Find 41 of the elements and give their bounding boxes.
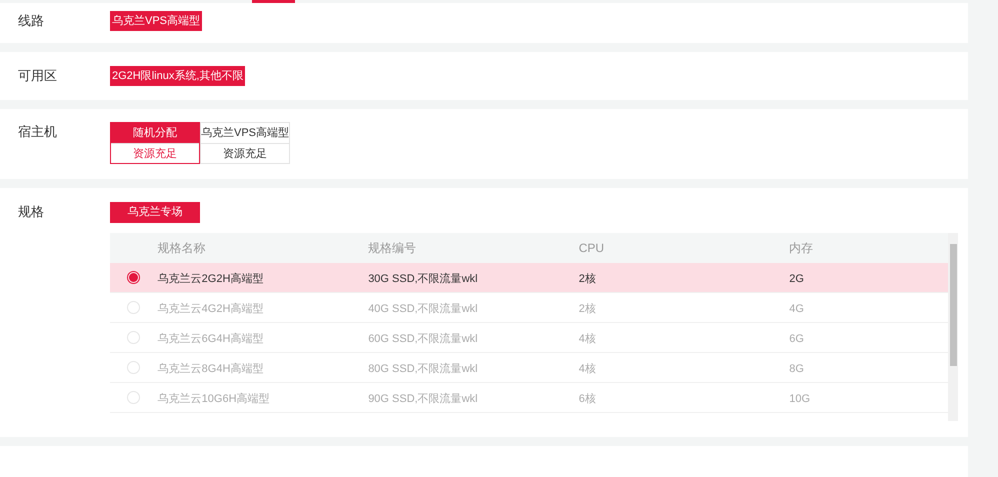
active-tab-indicator bbox=[252, 0, 295, 3]
column-header: CPU bbox=[578, 241, 604, 255]
table-cell: 30G SSD,不限流量wkl bbox=[368, 272, 478, 284]
host-option[interactable]: 随机分配 资源充足 bbox=[110, 122, 200, 164]
table-cell: 乌克兰云10G6H高端型 bbox=[158, 392, 270, 404]
table-cell: 6核 bbox=[578, 392, 596, 404]
option-chip[interactable]: 乌克兰VPS高端型 bbox=[110, 11, 202, 31]
table-cell: 90G SSD,不限流量wkl bbox=[368, 392, 478, 404]
table-cell: 4核 bbox=[578, 332, 596, 344]
table-cell: 2G bbox=[789, 272, 804, 284]
table-cell: 2核 bbox=[578, 302, 596, 314]
column-header: 规格编号 bbox=[368, 241, 416, 255]
host-option[interactable]: 乌克兰VPS高端型 资源充足 bbox=[200, 122, 290, 164]
field-label: 线路 bbox=[18, 12, 45, 30]
table-cell: 40G SSD,不限流量wkl bbox=[368, 302, 478, 314]
column-header: 内存 bbox=[789, 241, 814, 255]
column-header: 规格名称 bbox=[158, 241, 206, 255]
option-chip[interactable]: 2G2H限linux系统,其他不限 bbox=[110, 66, 246, 86]
host-status: 资源充足 bbox=[111, 143, 199, 163]
field-label: 宿主机 bbox=[18, 123, 58, 141]
table-cell: 8G bbox=[789, 362, 804, 374]
field-label: 可用区 bbox=[18, 67, 58, 86]
table-cell: 4G bbox=[789, 302, 804, 314]
field-label: 规格 bbox=[18, 203, 45, 221]
table-cell: 80G SSD,不限流量wkl bbox=[368, 362, 478, 374]
spec-row[interactable]: 乌克兰云2G2H高端型 30G SSD,不限流量wkl 2核 2G bbox=[110, 263, 948, 293]
table-cell: 2核 bbox=[578, 272, 596, 284]
table-cell: 10G bbox=[789, 392, 810, 404]
host-name: 乌克兰VPS高端型 bbox=[201, 126, 289, 141]
host-name: 随机分配 bbox=[111, 123, 199, 143]
scrollbar[interactable] bbox=[948, 233, 958, 421]
table-cell: 6G bbox=[789, 332, 804, 344]
table-cell: 乌克兰云2G2H高端型 bbox=[158, 272, 264, 284]
table-cell: 乌克兰云4G2H高端型 bbox=[158, 302, 264, 314]
table-cell: 乌克兰云8G4H高端型 bbox=[158, 362, 264, 374]
host-status: 资源充足 bbox=[201, 143, 289, 163]
table-cell: 60G SSD,不限流量wkl bbox=[368, 332, 478, 344]
table-cell: 4核 bbox=[578, 362, 596, 374]
table-cell: 乌克兰云6G4H高端型 bbox=[158, 332, 264, 344]
radio-button[interactable] bbox=[127, 271, 140, 284]
spec-tab[interactable]: 乌克兰专场 bbox=[110, 202, 200, 223]
